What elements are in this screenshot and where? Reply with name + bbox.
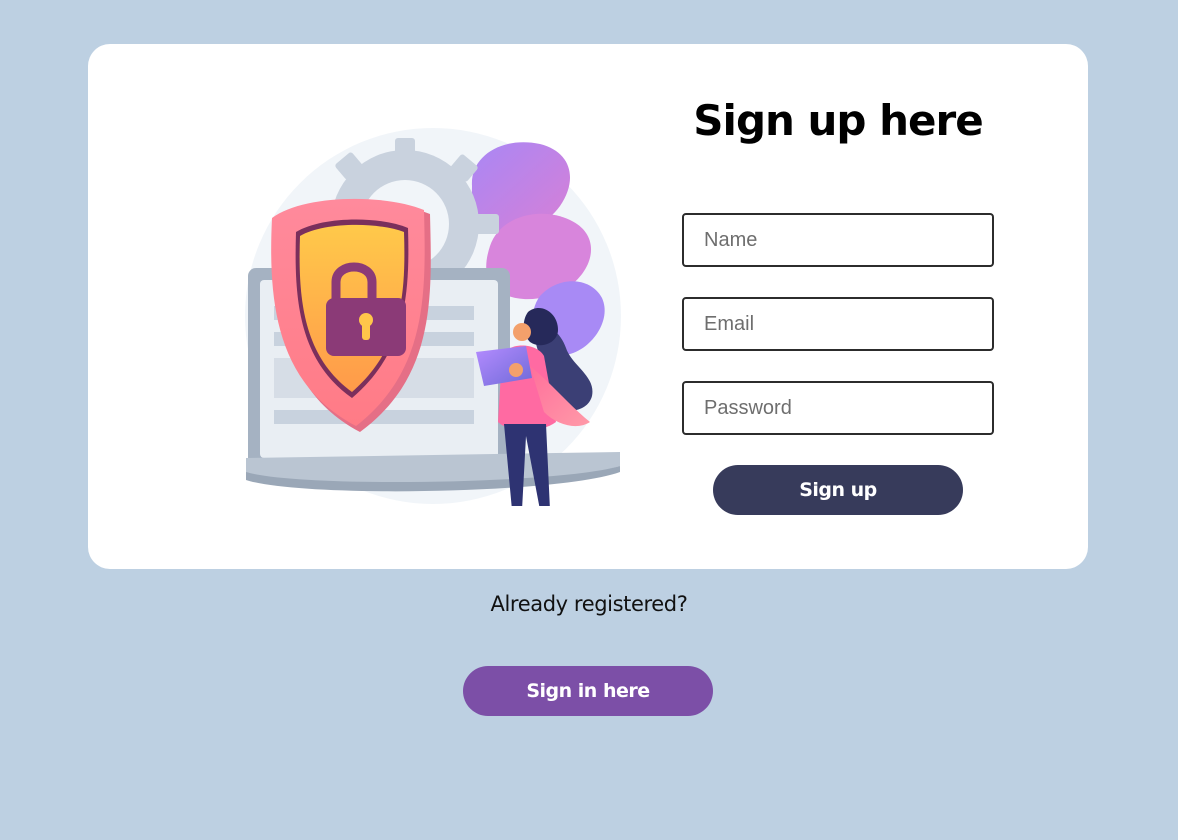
signin-button[interactable]: Sign in here <box>463 666 713 716</box>
signup-title: Sign up here <box>693 96 983 145</box>
email-input[interactable] <box>682 297 994 351</box>
password-input[interactable] <box>682 381 994 435</box>
signup-card: Sign up here Sign up <box>88 44 1088 569</box>
already-registered-text: Already registered? <box>490 592 688 616</box>
signup-button[interactable]: Sign up <box>713 465 963 515</box>
security-shield-illustration <box>245 128 621 506</box>
name-input[interactable] <box>682 213 994 267</box>
